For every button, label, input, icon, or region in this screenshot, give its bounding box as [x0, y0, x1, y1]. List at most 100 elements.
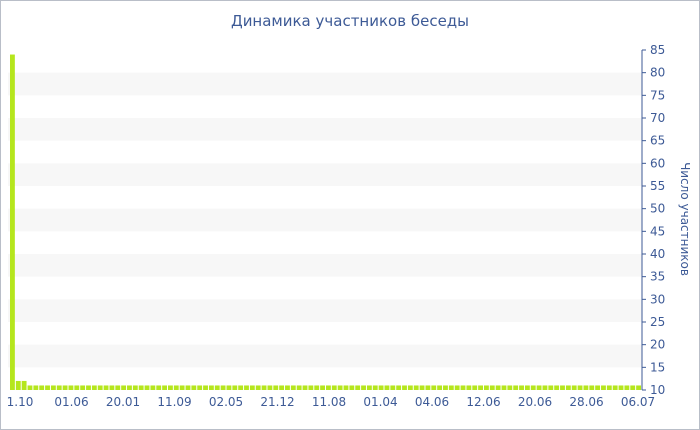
bar	[636, 385, 641, 390]
bar	[208, 385, 214, 390]
y-tick-label: 55	[650, 179, 665, 193]
bar	[443, 385, 448, 390]
bar	[390, 385, 396, 390]
bar	[384, 385, 390, 390]
y-tick-label: 15	[650, 360, 665, 374]
bar	[80, 385, 86, 390]
bar	[495, 385, 501, 390]
bar	[489, 385, 495, 390]
bar	[238, 385, 244, 390]
bar	[630, 385, 636, 390]
bar	[220, 385, 226, 390]
bar	[472, 385, 478, 390]
bar	[103, 385, 109, 390]
y-tick-label: 25	[650, 315, 665, 329]
bar	[314, 385, 320, 390]
bar	[577, 385, 583, 390]
bar	[530, 385, 536, 390]
bar	[372, 385, 378, 390]
x-tick-label: 1.10	[7, 395, 34, 409]
bar	[343, 385, 349, 390]
bar	[624, 385, 630, 390]
bar	[162, 385, 167, 390]
bar	[454, 385, 460, 390]
bar	[10, 54, 15, 391]
bar	[127, 385, 132, 390]
background-band	[8, 163, 642, 186]
bar	[378, 385, 384, 390]
bar	[86, 385, 91, 390]
bar-chart: 10152025303540455055606570758085 1.10 01.…	[7, 43, 692, 409]
bar	[589, 385, 595, 390]
y-tick-label: 45	[650, 224, 665, 238]
bar	[255, 385, 261, 390]
bar	[595, 385, 601, 390]
bar	[478, 385, 483, 390]
bar	[168, 385, 173, 390]
bar	[507, 385, 513, 390]
bar	[214, 385, 220, 390]
bar	[601, 385, 606, 390]
bar	[542, 385, 548, 390]
x-tick-label: 20.01	[106, 395, 140, 409]
background-band	[8, 208, 642, 232]
x-tick-label: 01.06	[54, 395, 88, 409]
bar	[62, 385, 68, 390]
bar	[273, 385, 279, 390]
x-tick-label: 01.04	[363, 395, 397, 409]
bar	[173, 385, 179, 390]
bar	[33, 385, 39, 390]
bar	[366, 385, 372, 390]
x-tick-label: 21.12	[260, 395, 294, 409]
bar	[431, 385, 437, 390]
bar	[121, 385, 127, 390]
bar	[109, 385, 115, 390]
bar	[606, 385, 612, 390]
bar	[203, 385, 208, 390]
bar	[513, 385, 519, 390]
bar	[249, 385, 255, 390]
bar	[554, 385, 560, 390]
bar	[308, 385, 314, 390]
bar	[612, 385, 618, 390]
bar	[524, 385, 530, 390]
y-tick-label: 50	[650, 202, 665, 216]
bar	[150, 385, 156, 390]
bar	[448, 385, 454, 390]
bar	[91, 385, 97, 390]
bar	[571, 385, 577, 390]
x-tick-label: 28.06	[569, 395, 603, 409]
bar	[331, 385, 337, 390]
background-band	[8, 72, 642, 96]
bar	[519, 385, 524, 390]
bar	[320, 385, 325, 390]
x-tick-label: 04.06	[415, 395, 449, 409]
y-tick-label: 30	[650, 292, 665, 306]
bar	[285, 385, 290, 390]
bar	[355, 385, 361, 390]
bar	[279, 385, 285, 390]
bar	[349, 385, 355, 390]
bar	[419, 385, 425, 390]
bar	[326, 385, 331, 390]
x-tick-label: 11.08	[312, 395, 346, 409]
x-axis-ticks: 1.10 01.06 20.01 11.09 02.05 21.12 11.08 01.04 0…	[7, 395, 656, 409]
bar	[21, 380, 27, 390]
bar	[45, 385, 50, 390]
bar	[68, 385, 74, 390]
bar	[396, 385, 402, 390]
bar	[402, 385, 407, 390]
background-bands	[8, 72, 642, 368]
bar	[536, 385, 542, 390]
y-tick-label: 75	[650, 88, 665, 102]
y-axis-ticks: 10152025303540455055606570758085	[642, 43, 665, 397]
bar	[197, 385, 203, 390]
bar	[425, 385, 431, 390]
bar	[74, 385, 80, 390]
bar	[407, 385, 413, 390]
bar	[267, 385, 273, 390]
x-tick-label: 12.06	[466, 395, 500, 409]
bar	[484, 385, 489, 390]
bar	[144, 385, 150, 390]
bar	[156, 385, 162, 390]
